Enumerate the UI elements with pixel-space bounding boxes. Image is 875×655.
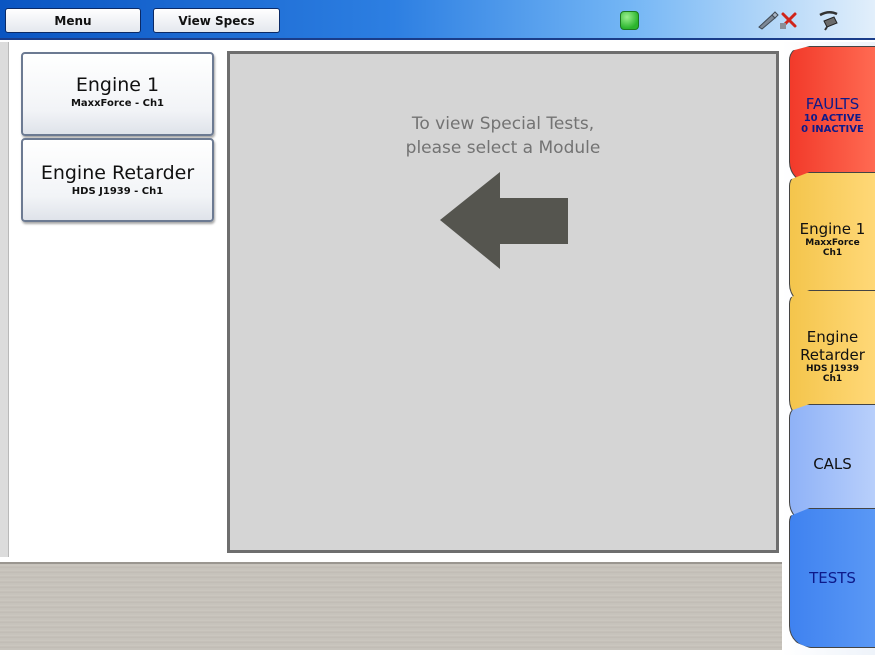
tab-engine-1[interactable]: Engine 1 MaxxForce Ch1 bbox=[789, 172, 875, 306]
tab-tests-label: TESTS bbox=[809, 569, 856, 587]
special-tests-panel: To view Special Tests, please select a M… bbox=[227, 51, 779, 553]
module-button-engine-retarder[interactable]: Engine Retarder HDS J1939 - Ch1 bbox=[21, 138, 214, 222]
tab-engine-1-channel: Ch1 bbox=[822, 248, 843, 258]
connection-status-icon bbox=[620, 11, 639, 30]
tab-faults-label: FAULTS bbox=[805, 95, 860, 113]
left-frame-edge bbox=[0, 42, 9, 557]
module-button-engine-1[interactable]: Engine 1 MaxxForce - Ch1 bbox=[21, 52, 214, 136]
tab-cals-label: CALS bbox=[813, 455, 852, 473]
tab-engine-1-label: Engine 1 bbox=[799, 220, 866, 238]
close-icon[interactable] bbox=[776, 8, 802, 32]
tab-cals[interactable]: CALS bbox=[789, 404, 875, 524]
faults-active-count: 10 ACTIVE bbox=[803, 113, 862, 124]
tab-faults[interactable]: FAULTS 10 ACTIVE 0 INACTIVE bbox=[789, 46, 875, 184]
faults-inactive-count: 0 INACTIVE bbox=[801, 124, 864, 135]
tab-retarder-model: HDS J1939 bbox=[805, 364, 859, 374]
message-line-1: To view Special Tests, bbox=[411, 114, 595, 134]
select-module-message: To view Special Tests, please select a M… bbox=[230, 112, 776, 160]
module-subtitle: MaxxForce - Ch1 bbox=[70, 98, 165, 109]
module-title: Engine Retarder bbox=[40, 162, 195, 184]
tab-retarder-label-2: Retarder bbox=[800, 346, 865, 364]
connector-plug-icon[interactable] bbox=[816, 8, 842, 32]
bottom-status-bar bbox=[0, 562, 792, 650]
tab-retarder-label-1: Engine bbox=[806, 328, 859, 346]
tab-engine-retarder[interactable]: Engine Retarder HDS J1939 Ch1 bbox=[789, 290, 875, 422]
view-specs-button[interactable]: View Specs bbox=[153, 8, 280, 33]
menu-button[interactable]: Menu bbox=[5, 8, 141, 33]
tab-tests[interactable]: TESTS bbox=[789, 508, 875, 648]
module-title: Engine 1 bbox=[75, 74, 160, 96]
message-line-2: please select a Module bbox=[405, 138, 601, 158]
top-toolbar: Menu View Specs bbox=[0, 0, 875, 40]
tab-engine-1-model: MaxxForce bbox=[805, 238, 860, 248]
left-arrow-icon bbox=[440, 172, 568, 269]
tab-retarder-channel: Ch1 bbox=[822, 374, 843, 384]
module-subtitle: HDS J1939 - Ch1 bbox=[71, 186, 164, 197]
